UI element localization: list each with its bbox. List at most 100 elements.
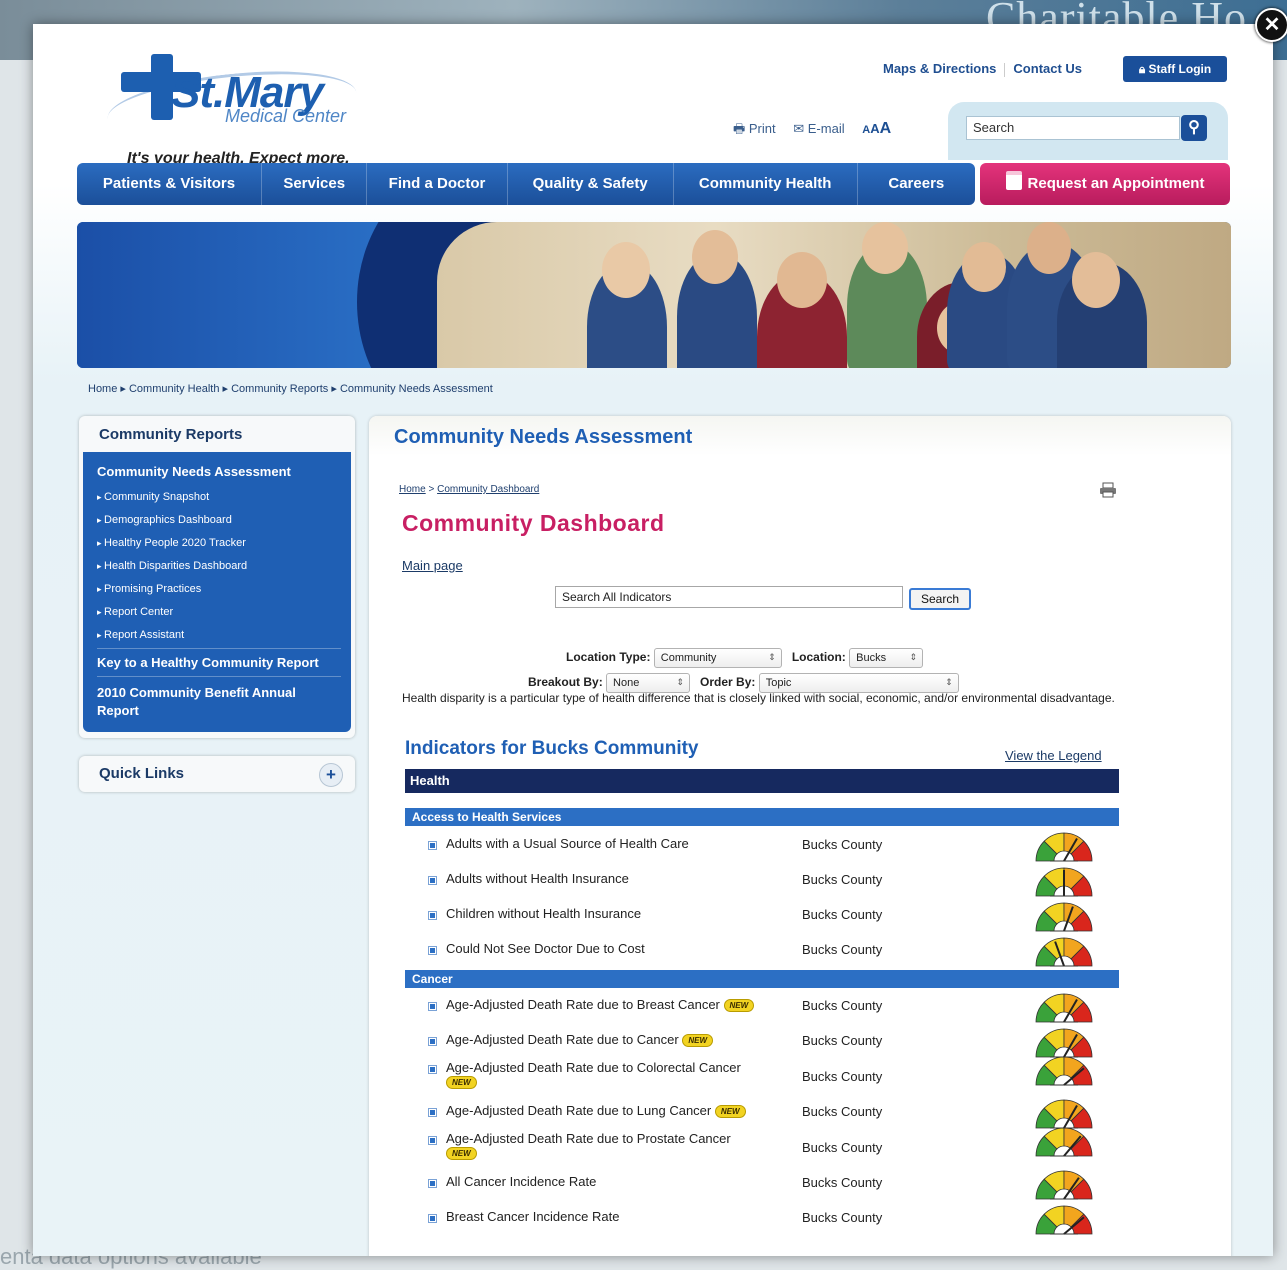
sidebar-item-report-center[interactable]: Report Center — [97, 606, 173, 618]
indicator-search-input[interactable]: Search All Indicators — [555, 586, 903, 608]
inner-breadcrumb-home[interactable]: Home — [399, 484, 426, 495]
text-size-large[interactable]: A — [880, 120, 892, 137]
inner-breadcrumb-dashboard[interactable]: Community Dashboard — [437, 484, 539, 495]
bullet-icon — [428, 841, 437, 850]
sidebar-divider — [97, 676, 341, 677]
indicator-row[interactable]: Age-Adjusted Death Rate due to Breast Ca… — [428, 993, 1119, 1028]
indicator-label[interactable]: Age-Adjusted Death Rate due to Colorecta… — [446, 1061, 786, 1089]
indicator-label-text: Age-Adjusted Death Rate due to Lung Canc… — [446, 1103, 712, 1118]
nav-find-a-doctor[interactable]: Find a Doctor — [367, 163, 508, 205]
utility-bar: 🖶 Print ✉ E-mail AAA — [733, 120, 905, 142]
indicator-location: Bucks County — [802, 942, 883, 957]
location-type-value: Community — [660, 652, 717, 664]
text-size-medium[interactable]: A — [870, 121, 879, 136]
gauge-icon[interactable] — [1033, 831, 1095, 862]
sidebar-item-key-healthy-community[interactable]: Key to a Healthy Community Report — [97, 655, 319, 670]
indicator-label[interactable]: Adults without Health Insurance — [446, 872, 786, 886]
indicator-label[interactable]: Could Not See Doctor Due to Cost — [446, 942, 786, 956]
breadcrumb-home[interactable]: Home — [88, 383, 117, 395]
lightbox: St.Mary Medical Center It's your health.… — [33, 24, 1273, 1256]
text-size-small[interactable]: A — [862, 124, 870, 136]
indicator-location: Bucks County — [802, 1140, 883, 1155]
gauge-icon[interactable] — [1033, 1027, 1095, 1058]
indicator-row[interactable]: Breast Cancer Incidence Rate Bucks County — [428, 1205, 1119, 1240]
gauge-icon[interactable] — [1033, 1098, 1095, 1129]
gauge-icon[interactable] — [1033, 936, 1095, 967]
nav-services[interactable]: Services — [262, 163, 368, 205]
nav-community-health[interactable]: Community Health — [674, 163, 858, 205]
top-links-divider — [1004, 62, 1006, 77]
sidebar-divider — [97, 648, 341, 649]
order-label: Order By: — [700, 675, 756, 690]
close-lightbox-button[interactable]: ✕ — [1255, 8, 1287, 42]
indicator-label-text: Adults with a Usual Source of Health Car… — [446, 836, 689, 851]
indicator-row[interactable]: Children without Health Insurance Bucks C… — [428, 902, 1119, 937]
site-logo[interactable]: St.Mary Medical Center It's your health.… — [104, 54, 407, 167]
new-badge: NEW — [446, 1076, 477, 1089]
sidebar-item-community-benefit-report[interactable]: 2010 Community Benefit Annual Report — [97, 684, 333, 720]
indicator-label[interactable]: Age-Adjusted Death Rate due to Breast Ca… — [446, 998, 786, 1012]
indicator-row[interactable]: Could Not See Doctor Due to Cost Bucks Co… — [428, 937, 1119, 972]
quick-links-panel[interactable]: Quick Links + — [79, 756, 355, 792]
plus-icon[interactable]: + — [319, 763, 343, 787]
indicator-search-button[interactable]: Search — [909, 588, 971, 610]
indicator-row[interactable]: Age-Adjusted Death Rate due to Cancer NE… — [428, 1028, 1119, 1063]
order-value: Topic — [765, 677, 792, 689]
search-button[interactable]: ⚲ — [1181, 115, 1207, 141]
printer-icon[interactable] — [1099, 482, 1117, 498]
maps-directions-link[interactable]: Maps & Directions — [883, 61, 996, 76]
location-select[interactable]: Bucks ⇕ — [849, 648, 924, 668]
header-search-input[interactable]: Search — [966, 116, 1180, 140]
indicator-label[interactable]: Adults with a Usual Source of Health Car… — [446, 837, 786, 851]
nav-quality-safety[interactable]: Quality & Safety — [508, 163, 674, 205]
sidebar-item-health-disparities-dashboard[interactable]: Health Disparities Dashboard — [97, 560, 247, 572]
sidebar-title[interactable]: Community Reports — [99, 426, 242, 443]
gauge-icon[interactable] — [1033, 992, 1095, 1023]
print-link[interactable]: 🖶 Print — [733, 120, 776, 142]
gauge-icon[interactable] — [1033, 866, 1095, 897]
breadcrumb-community-health[interactable]: Community Health — [129, 383, 219, 395]
hero-banner — [77, 222, 1231, 368]
indicator-label[interactable]: Age-Adjusted Death Rate due to Lung Canc… — [446, 1104, 786, 1118]
main-page-link[interactable]: Main page — [402, 558, 463, 573]
sidebar-item-promising-practices[interactable]: Promising Practices — [97, 583, 201, 595]
location-type-select[interactable]: Community ⇕ — [653, 648, 782, 668]
order-select[interactable]: Topic ⇕ — [758, 673, 959, 693]
nav-careers[interactable]: Careers — [858, 163, 975, 205]
indicator-label[interactable]: Age-Adjusted Death Rate due to Cancer NE… — [446, 1033, 786, 1047]
indicator-label[interactable]: Children without Health Insurance — [446, 907, 786, 921]
request-appointment-button[interactable]: Request an Appointment — [980, 163, 1230, 205]
indicator-row[interactable]: All Cancer Incidence Rate Bucks County — [428, 1170, 1119, 1205]
staff-login-label: Staff Login — [1148, 62, 1212, 76]
gauge-icon[interactable] — [1033, 901, 1095, 932]
nav-patients-visitors[interactable]: Patients & Visitors — [77, 163, 262, 205]
sidebar-item-demographics-dashboard[interactable]: Demographics Dashboard — [97, 514, 232, 526]
sidebar-item-community-snapshot[interactable]: Community Snapshot — [97, 491, 209, 503]
indicator-row[interactable]: Age-Adjusted Death Rate due to Colorecta… — [428, 1056, 1119, 1091]
gauge-icon[interactable] — [1033, 1204, 1095, 1235]
email-link[interactable]: ✉ E-mail — [793, 121, 844, 137]
contact-us-link[interactable]: Contact Us — [1013, 61, 1082, 76]
gauge-icon[interactable] — [1033, 1126, 1095, 1157]
gauge-icon[interactable] — [1033, 1055, 1095, 1086]
breadcrumb-community-reports[interactable]: Community Reports — [231, 383, 328, 395]
indicator-row[interactable]: Age-Adjusted Death Rate due to Lung Canc… — [428, 1099, 1119, 1134]
indicator-label-text: All Cancer Incidence Rate — [446, 1174, 597, 1189]
text-size-controls[interactable]: AAA — [862, 120, 891, 138]
indicators-title: Indicators for Bucks Community — [405, 738, 699, 759]
sidebar-item-healthy-people-tracker[interactable]: Healthy People 2020 Tracker — [97, 537, 246, 549]
indicator-row[interactable]: Adults with a Usual Source of Health Car… — [428, 832, 1119, 867]
breakout-select[interactable]: None ⇕ — [606, 673, 691, 693]
print-label: Print — [748, 121, 776, 136]
indicator-label[interactable]: Breast Cancer Incidence Rate — [446, 1210, 786, 1224]
gauge-icon[interactable] — [1033, 1169, 1095, 1200]
staff-login-button[interactable]: 🔒︎ Staff Login — [1123, 56, 1227, 82]
view-legend-link[interactable]: View the Legend — [1005, 748, 1102, 763]
indicator-label[interactable]: Age-Adjusted Death Rate due to Prostate … — [446, 1132, 786, 1160]
sidebar-item-report-assistant[interactable]: Report Assistant — [97, 629, 184, 641]
indicator-row[interactable]: Adults without Health Insurance Bucks Cou… — [428, 867, 1119, 902]
bullet-icon — [428, 1065, 437, 1074]
sidebar-item-community-needs-assessment[interactable]: Community Needs Assessment — [97, 464, 291, 479]
indicator-row[interactable]: Age-Adjusted Death Rate due to Prostate … — [428, 1127, 1119, 1162]
indicator-label[interactable]: All Cancer Incidence Rate — [446, 1175, 786, 1189]
